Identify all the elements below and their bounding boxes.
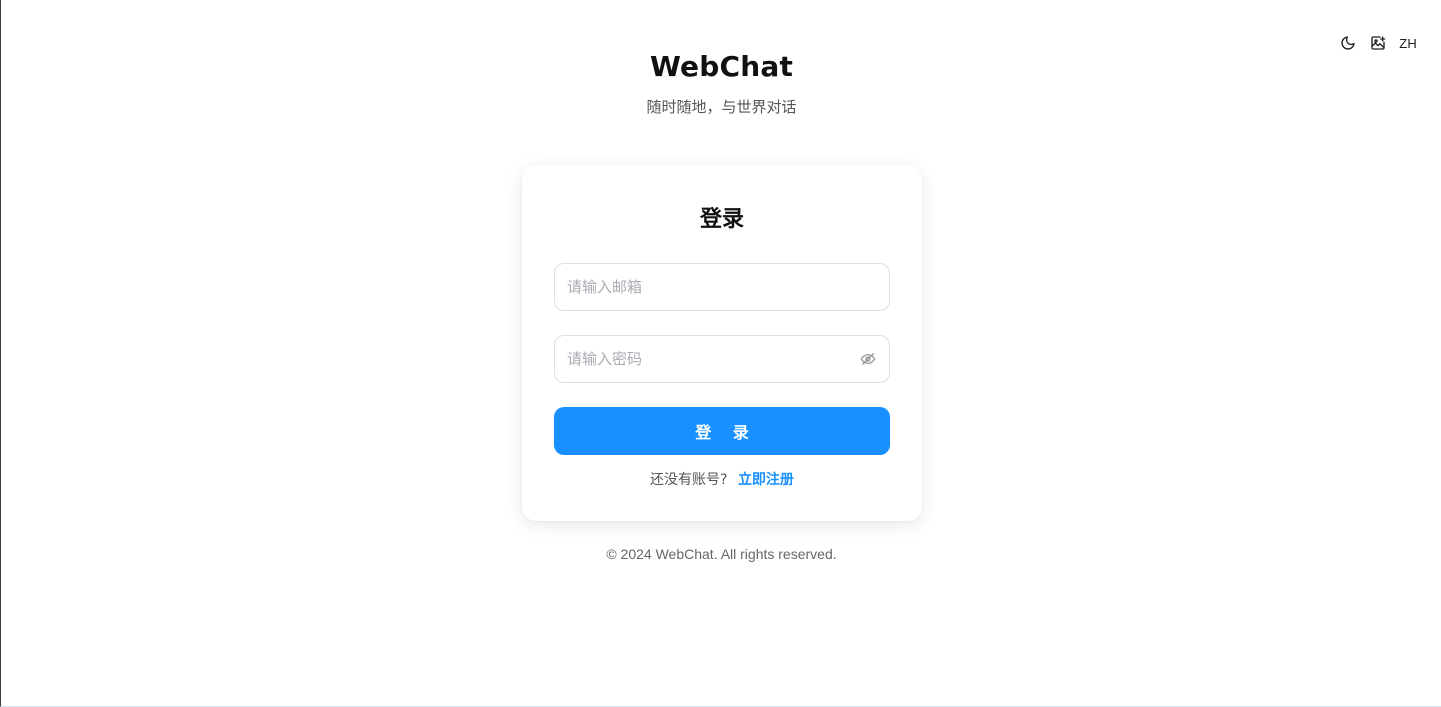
eye-off-icon[interactable] bbox=[859, 350, 877, 368]
language-switch[interactable]: ZH bbox=[1399, 36, 1417, 51]
login-page: ZH WebChat 随时随地，与世界对话 登录 登 录 还没有账号? 立即注册 bbox=[0, 0, 1441, 707]
app-subtitle: 随时随地，与世界对话 bbox=[646, 98, 797, 116]
register-row: 还没有账号? 立即注册 bbox=[522, 469, 922, 489]
register-link[interactable]: 立即注册 bbox=[738, 472, 794, 488]
password-input[interactable] bbox=[567, 350, 859, 368]
login-button[interactable]: 登 录 bbox=[554, 407, 890, 455]
brand-header: WebChat 随时随地，与世界对话 bbox=[1, 50, 1441, 117]
copyright-footer: © 2024 WebChat. All rights reserved. bbox=[606, 546, 837, 562]
email-field bbox=[554, 263, 890, 311]
login-card: 登录 登 录 还没有账号? 立即注册 bbox=[522, 165, 922, 521]
register-prompt: 还没有账号? bbox=[650, 472, 728, 488]
password-field bbox=[554, 335, 890, 383]
email-input[interactable] bbox=[567, 278, 877, 296]
app-title: WebChat bbox=[649, 50, 794, 83]
login-title: 登录 bbox=[699, 207, 744, 232]
